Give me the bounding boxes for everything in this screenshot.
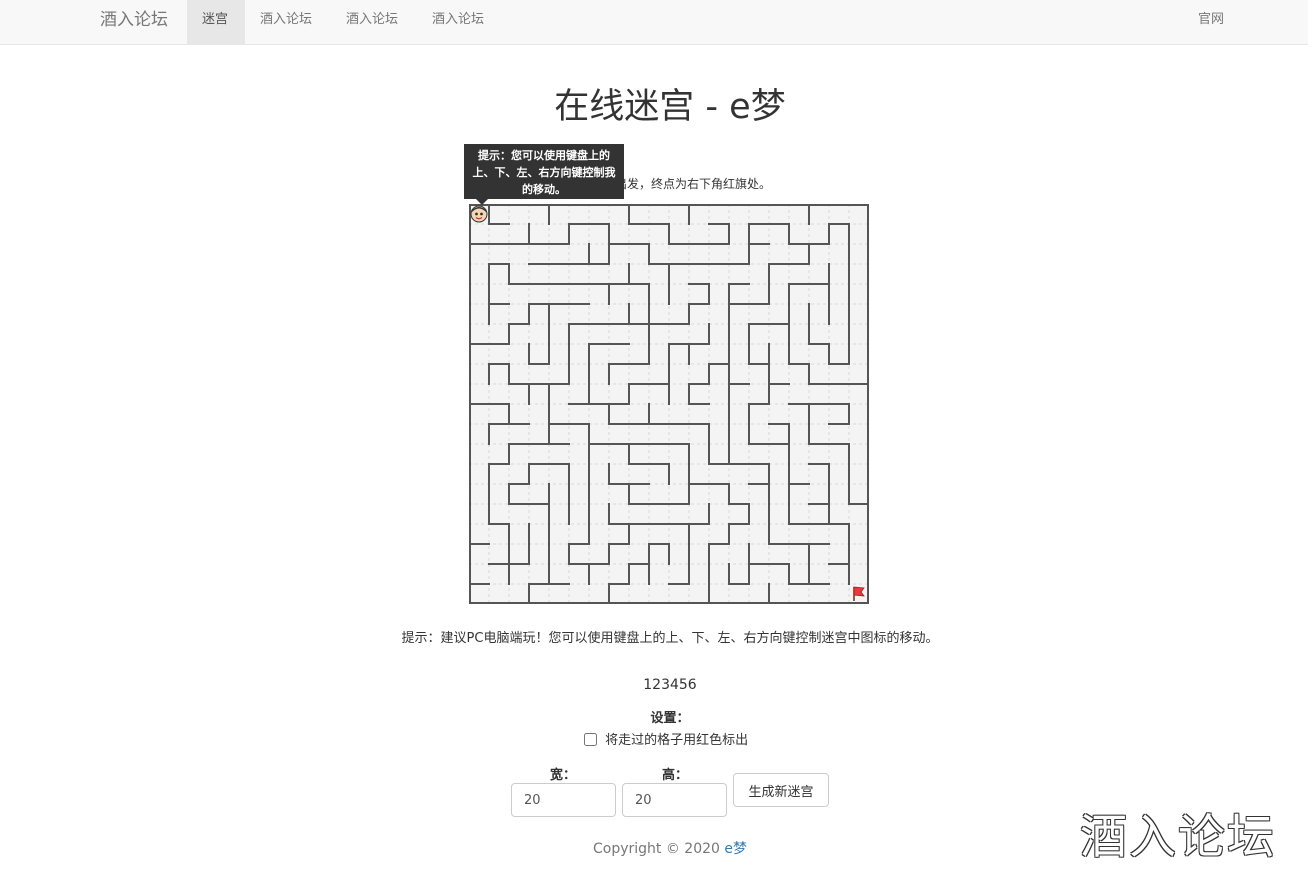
author-link[interactable]: e梦 [724, 841, 747, 857]
pc-hint: 提示：建议PC电脑端玩！您可以使用键盘上的上、下、左、右方向键控制迷宫中图标的移… [401, 631, 939, 646]
control-tooltip: 提示：您可以使用键盘上的上、下、左、右方向键控制我的移动。 [464, 144, 624, 205]
generate-maze-button[interactable]: 生成新迷宫 [733, 773, 829, 807]
mark-path-option[interactable]: 将走过的格子用红色标出 [584, 729, 749, 748]
nav-item-maze[interactable]: 迷宫 [187, 0, 245, 44]
navbar-brand[interactable]: 酒入论坛 [100, 0, 168, 44]
player-avatar-icon [470, 205, 488, 223]
maze-width-input[interactable] [511, 783, 616, 817]
site-watermark: 酒入论坛 [1080, 810, 1276, 865]
goal-flag-icon [853, 586, 865, 601]
navbar: 酒入论坛 迷宫 酒入论坛 酒入论坛 酒入论坛 官网 [0, 0, 1308, 45]
nav-item-forum-2[interactable]: 酒入论坛 [331, 0, 413, 44]
nav-item-forum-3[interactable]: 酒入论坛 [417, 0, 499, 44]
maze-board[interactable] [469, 204, 869, 604]
width-label: 宽： [550, 768, 577, 783]
maze-height-input[interactable] [622, 783, 727, 817]
copyright-text: Copyright © 2020 [592, 841, 720, 857]
mark-path-checkbox[interactable] [584, 733, 597, 746]
mark-path-label: 将走过的格子用红色标出 [605, 733, 749, 748]
nav-item-forum-1[interactable]: 酒入论坛 [245, 0, 327, 44]
settings-label: 设置： [650, 711, 690, 726]
step-counter: 123456 [643, 677, 697, 693]
page-title: 在线迷宫 - e梦 [554, 87, 786, 127]
nav-official-site-link[interactable]: 官网 [1183, 0, 1239, 44]
height-label: 高： [662, 768, 689, 783]
maze-walls [469, 204, 869, 604]
